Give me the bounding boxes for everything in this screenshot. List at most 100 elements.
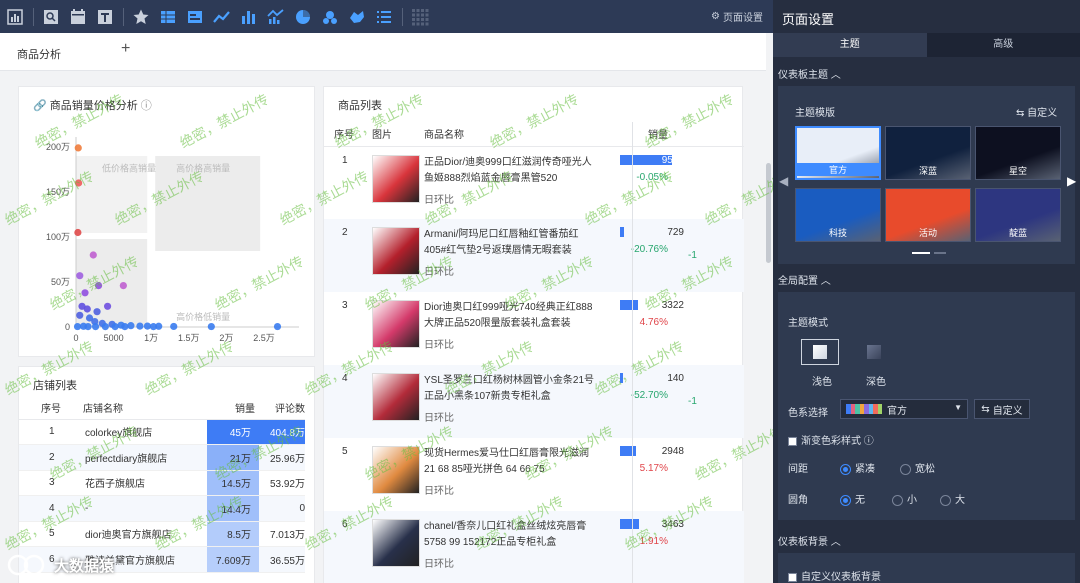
theme-thumbnail[interactable]: 靛蓝 <box>975 188 1061 242</box>
carousel-dot[interactable] <box>934 252 946 254</box>
star-icon[interactable] <box>132 8 150 26</box>
grid-icon[interactable] <box>411 8 429 26</box>
shop-idx: 2 <box>19 444 69 471</box>
goods-extra-cell: -1 <box>688 365 744 438</box>
x-tick-label: 1万 <box>144 333 158 343</box>
goods-row[interactable]: 3 Dior迪奥口红999哑光740经典正红888大牌正品520限量版套装礼盒套装… <box>324 292 744 365</box>
theme-thumbnail[interactable]: 星空 <box>975 126 1061 180</box>
x-tick-label: 0 <box>73 333 78 343</box>
carousel-dot-active[interactable] <box>912 252 930 254</box>
card-icon[interactable] <box>186 8 204 26</box>
text-icon[interactable] <box>96 8 114 26</box>
radio-off[interactable] <box>900 463 911 475</box>
pie-chart-icon[interactable] <box>294 8 312 26</box>
radius-large-option[interactable]: 大 <box>940 491 965 506</box>
toolbar-divider <box>402 7 403 26</box>
goods-row[interactable]: 6 chanel/香奈儿口红礼盒丝绒炫亮唇膏5758 99 152172正品专柜礼… <box>324 511 744 583</box>
canvas-scrollbar[interactable] <box>766 163 771 263</box>
theme-template-label: 主题模版 <box>795 108 835 119</box>
theme-thumbnail[interactable]: 活动 <box>885 188 971 242</box>
product-thumbnail[interactable] <box>372 227 420 275</box>
table-icon[interactable] <box>159 8 177 26</box>
goods-sales: 140 <box>667 373 684 384</box>
line-chart-icon[interactable] <box>213 8 231 26</box>
shop-sales: 21万 <box>207 444 259 471</box>
shop-sales: 14.5万 <box>207 470 259 496</box>
map-chart-icon[interactable] <box>348 8 366 26</box>
custom-color-button[interactable]: ⇆ 自定义 <box>974 399 1030 419</box>
radio-off[interactable] <box>892 494 903 506</box>
color-scheme-select[interactable]: 官方 ▼ <box>840 399 968 419</box>
shop-row[interactable]: 5 dior迪奥官方旗舰店 8.5万 7.013万 <box>19 521 305 547</box>
shop-row[interactable]: 2 perfectdiary旗舰店 21万 25.96万 <box>19 444 305 471</box>
global-section-header[interactable]: 全局配置 ︿ <box>778 272 831 287</box>
theme-section-header[interactable]: 仪表板主题 ︿ <box>778 66 841 81</box>
calendar-icon[interactable] <box>69 8 87 26</box>
goods-row[interactable]: 4 YSL圣罗兰口红杨树林圆管小金条21号正品小黑条107新贵专柜礼盒 日环比 140… <box>324 365 744 438</box>
custom-theme-button[interactable]: ⇆ 自定义 <box>1016 104 1057 119</box>
scatter-point <box>119 282 127 290</box>
tab-advanced[interactable]: 高级 <box>927 33 1080 57</box>
product-thumbnail[interactable] <box>372 519 420 567</box>
scatter-point <box>74 144 82 152</box>
custom-bg-check[interactable] <box>788 572 797 582</box>
scatter-chart-icon[interactable] <box>321 8 339 26</box>
radio-on[interactable] <box>840 494 851 506</box>
product-thumbnail[interactable] <box>372 446 420 494</box>
product-thumbnail[interactable] <box>372 300 420 348</box>
carousel-next-icon[interactable]: ▶ <box>1067 174 1076 188</box>
light-mode-option[interactable] <box>801 339 839 365</box>
product-thumbnail[interactable] <box>372 154 420 203</box>
settings-icon: ⚙ <box>711 11 720 22</box>
spacing-compact-option[interactable]: 紧凑 <box>840 460 875 475</box>
goods-sales: 3322 <box>661 300 684 311</box>
tab-theme[interactable]: 主题 <box>773 33 927 57</box>
custom-bg-checkbox[interactable]: 自定义仪表板背景 <box>788 568 881 583</box>
goods-row[interactable]: 2 Armani/阿玛尼口红唇釉红管番茄红405#红气垫2号返璞唇情无暇套装 日环比… <box>324 219 744 292</box>
scatter-point <box>136 322 144 330</box>
theme-label: 靛蓝 <box>1008 228 1027 238</box>
radius-small-option[interactable]: 小 <box>892 491 917 506</box>
chevron-up-icon: ︿ <box>830 70 841 81</box>
background-section-header[interactable]: 仪表板背景 ︿ <box>778 533 841 548</box>
radio-on[interactable] <box>840 463 851 475</box>
goods-idx-cell: 5 <box>324 438 372 511</box>
theme-thumbnail[interactable]: 官方 <box>795 126 881 180</box>
filter-icon[interactable] <box>42 8 60 26</box>
spacing-loose-option[interactable]: 宽松 <box>900 460 935 475</box>
goods-image-cell <box>372 365 424 438</box>
gradient-checkbox[interactable]: 渐变色彩样式 ⓘ <box>788 432 874 447</box>
scatter-chart[interactable]: 低价格高销量 高价格高销量高价格低销量 0 50万 100万 150万 200万 0 5000 1… <box>19 107 316 357</box>
radio-off[interactable] <box>940 494 951 506</box>
shop-row[interactable]: 3 花西子旗舰店 14.5万 53.92万 <box>19 470 305 496</box>
carousel-prev-icon[interactable]: ◀ <box>779 174 788 188</box>
goods-idx: 1 <box>342 154 348 166</box>
list-icon[interactable] <box>375 8 393 26</box>
goods-row[interactable]: 5 现货Hermes爱马仕口红唇膏限光滋润21 68 85哑光拼色 64 66 7… <box>324 438 744 511</box>
product-thumbnail[interactable] <box>372 373 420 421</box>
goods-row[interactable]: 1 正品Dior/迪奥999口红滋润传奇哑光人鱼姬888烈焰蓝金唇膏黑管520 日环… <box>324 146 744 219</box>
shop-row[interactable]: 4-14.4万 0 <box>19 495 305 522</box>
radius-none-option[interactable]: 无 <box>840 491 865 506</box>
goods-name: chanel/香奈儿口红礼盒丝绒炫亮唇膏5758 99 152172正品专柜礼盒 <box>424 521 587 548</box>
bar-chart-icon[interactable] <box>240 8 258 26</box>
tab-goods-analysis[interactable]: 商品分析 <box>17 46 61 62</box>
sales-bar-wrap: 729 <box>620 227 684 238</box>
goods-extra-cell <box>688 438 744 511</box>
scatter-point <box>89 251 97 259</box>
trend-chart-icon[interactable] <box>267 8 285 26</box>
info-icon[interactable]: ⓘ <box>864 436 874 447</box>
scatter-card[interactable]: 🔗 商品销量价格分析 ⓘ 低价格高销量 高价格高销量 高价格低销量 0 50万 100万 1… <box>18 86 315 357</box>
shop-row[interactable]: 1 colorkey旗舰店 45万 404.8万 <box>19 419 305 445</box>
add-tab-button[interactable]: + <box>121 40 130 58</box>
spacing-label: 间距 <box>788 464 808 475</box>
gradient-check[interactable] <box>788 436 797 446</box>
page-settings-button[interactable]: ⚙ 页面设置 <box>711 9 763 24</box>
goods-idx-cell: 2 <box>324 219 372 292</box>
theme-thumbnail[interactable]: 深蓝 <box>885 126 971 180</box>
carousel-dots <box>912 252 946 254</box>
page-settings-label: 页面设置 <box>723 13 763 24</box>
theme-thumbnail[interactable]: 科技 <box>795 188 881 242</box>
dark-mode-option[interactable] <box>855 339 893 365</box>
dashboard-icon[interactable] <box>6 8 24 26</box>
